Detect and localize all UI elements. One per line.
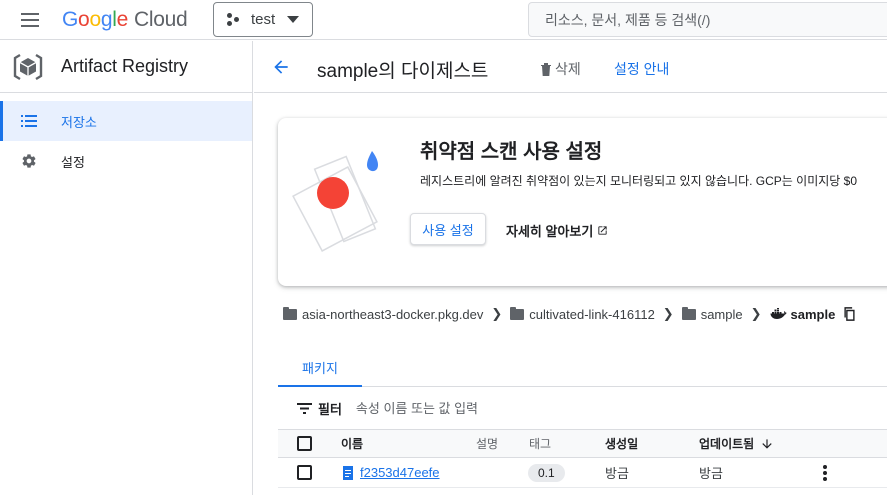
sort-descending-icon — [762, 438, 772, 449]
setup-guide-button[interactable]: 설정 안내 — [614, 59, 669, 79]
chevron-right-icon: ❯ — [662, 306, 674, 321]
chevron-right-icon: ❯ — [491, 306, 503, 321]
artifact-registry-icon — [13, 53, 43, 80]
tag-cell: 0.1 — [528, 458, 565, 487]
docker-icon — [770, 308, 787, 319]
tag-chip[interactable]: 0.1 — [528, 463, 565, 482]
filter-input[interactable] — [355, 400, 606, 416]
project-icon — [227, 12, 241, 27]
breadcrumb-label: cultivated-link-416112 — [529, 306, 655, 322]
trash-icon — [541, 63, 551, 76]
vulnerability-scan-card: 취약점 스캔 사용 설정 레지스트리에 알려진 취약점이 있는지 모니터링되고 … — [278, 118, 887, 286]
gear-icon — [20, 152, 38, 170]
sidebar-item-label: 설정 — [61, 154, 85, 170]
column-header-updated-label: 업데이트됨 — [699, 437, 755, 451]
folder-icon — [510, 306, 525, 320]
chevron-right-icon: ❯ — [750, 306, 762, 321]
updated-cell: 방금 — [699, 466, 723, 481]
more-vert-icon[interactable] — [815, 463, 835, 483]
product-name: Artifact Registry — [61, 56, 189, 76]
select-all-checkbox-cell — [297, 430, 312, 457]
filter-label: 필터 — [318, 401, 342, 417]
digest-name: f2353d47eefe — [360, 465, 440, 480]
scan-illustration-icon — [292, 151, 379, 252]
delete-label: 삭제 — [555, 61, 581, 77]
chevron-down-icon — [287, 16, 300, 23]
breadcrumb-project[interactable]: cultivated-link-416112 — [510, 306, 655, 322]
row-checkbox[interactable] — [297, 465, 312, 480]
copy-icon[interactable] — [843, 307, 856, 321]
list-icon — [20, 112, 38, 130]
main-menu-icon[interactable] — [21, 13, 39, 27]
page-title: sample의 다이제스트 — [317, 61, 489, 82]
column-header-created[interactable]: 생성일 — [605, 430, 638, 457]
breadcrumb-label: sample — [700, 306, 743, 322]
tab-bar: 패키지 — [278, 350, 887, 387]
logo-word: Google — [62, 8, 128, 31]
learn-more-label: 자세히 알아보기 — [506, 224, 594, 239]
scan-card-description: 레지스트리에 알려진 취약점이 있는지 모니터링되고 있지 않습니다. GCP는… — [420, 174, 858, 188]
search-input[interactable] — [528, 2, 887, 37]
column-header-name[interactable]: 이름 — [341, 430, 363, 457]
product-header: Artifact Registry — [0, 41, 253, 93]
back-arrow-icon[interactable] — [271, 57, 291, 77]
table-header: 이름 설명 태그 생성일 업데이트됨 — [278, 429, 887, 458]
document-icon — [343, 465, 353, 480]
learn-more-link[interactable]: 자세히 알아보기 — [506, 221, 608, 240]
column-header-description: 설명 — [476, 437, 499, 451]
scan-card-title: 취약점 스캔 사용 설정 — [420, 141, 603, 163]
breadcrumb-repository[interactable]: sample — [681, 306, 743, 322]
row-actions-cell — [815, 458, 835, 487]
folder-icon — [681, 306, 696, 320]
filter-bar: 필터 — [297, 398, 606, 418]
sidebar-item-repositories[interactable]: 저장소 — [0, 101, 252, 141]
folder-icon — [283, 306, 297, 320]
enable-scan-button[interactable]: 사용 설정 — [410, 213, 486, 245]
select-all-checkbox[interactable] — [297, 436, 312, 451]
breadcrumb-image: sample — [770, 306, 836, 322]
top-bar: Google Cloud test — [0, 0, 887, 40]
breadcrumb-label: sample — [790, 306, 836, 322]
project-picker[interactable]: test — [213, 2, 313, 37]
project-name: test — [251, 11, 276, 28]
breadcrumb-location[interactable]: asia-northeast3-docker.pkg.dev — [283, 306, 484, 322]
created-cell: 방금 — [605, 466, 629, 481]
table-row: f2353d47eefe 0.1 방금 방금 — [278, 458, 887, 488]
external-link-icon — [598, 226, 607, 235]
column-header-tag: 태그 — [529, 437, 552, 451]
filter-icon — [297, 402, 312, 414]
page-header: sample의 다이제스트 삭제 설정 안내 — [254, 41, 887, 93]
digest-link[interactable]: f2353d47eefe — [342, 465, 440, 480]
breadcrumb-label: asia-northeast3-docker.pkg.dev — [302, 306, 484, 322]
sidebar-item-label: 저장소 — [61, 114, 97, 130]
tab-packages[interactable]: 패키지 — [278, 350, 362, 387]
row-checkbox-cell — [297, 458, 312, 487]
breadcrumb: asia-northeast3-docker.pkg.dev ❯ cultiva… — [283, 304, 856, 324]
sidebar: Artifact Registry 저장소 설정 — [0, 41, 253, 495]
delete-button[interactable]: 삭제 — [540, 59, 581, 79]
logo-product: Cloud — [133, 8, 188, 31]
column-header-updated[interactable]: 업데이트됨 — [699, 430, 774, 457]
digest-cell: f2353d47eefe — [342, 458, 440, 487]
google-cloud-logo[interactable]: Google Cloud — [62, 8, 188, 32]
sidebar-item-settings[interactable]: 설정 — [0, 141, 252, 181]
